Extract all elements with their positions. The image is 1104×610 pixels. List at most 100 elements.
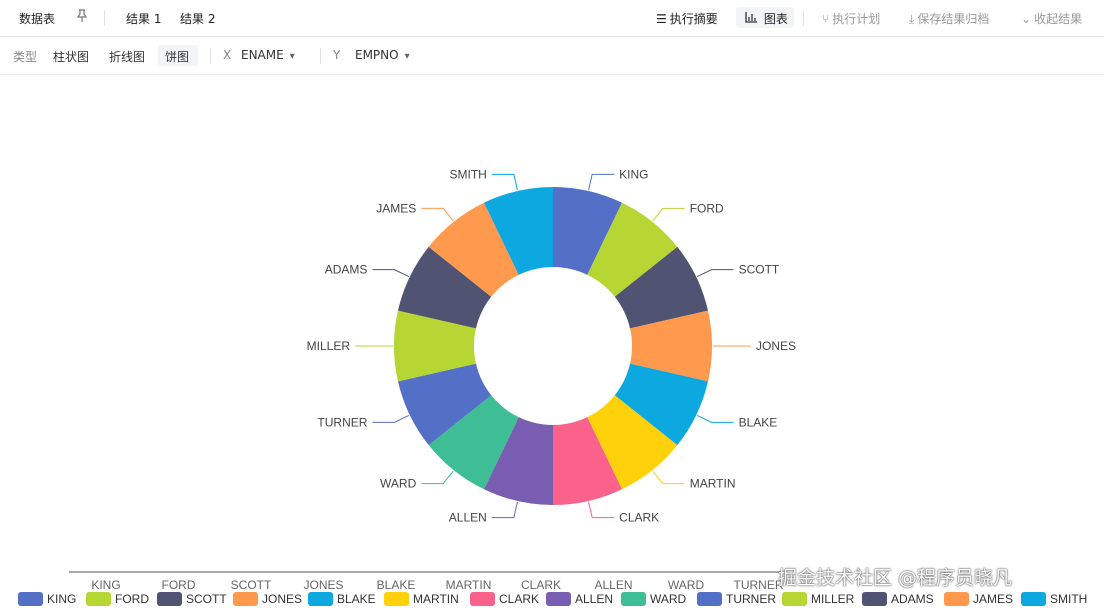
tab-data-table[interactable]: 数据表 <box>19 10 55 27</box>
legend-label-adams[interactable]: ADAMS <box>891 592 934 606</box>
legend-label-allen[interactable]: ALLEN <box>575 592 613 606</box>
legend-swatch-jones[interactable] <box>233 592 258 606</box>
label-line-james <box>421 207 454 222</box>
slice-label-scott: SCOTT <box>739 263 780 277</box>
y-field-value: EMPNO <box>355 48 399 62</box>
y-field-select[interactable]: EMPNO ▾ <box>355 48 410 62</box>
legend-swatch-ford[interactable] <box>86 592 111 606</box>
chevron-down-icon: ▾ <box>404 51 410 62</box>
legend-swatch-king[interactable] <box>18 592 43 606</box>
slice-label-clark: CLARK <box>619 511 659 525</box>
label-line-king <box>588 173 615 191</box>
label-line-scott <box>696 269 734 278</box>
legend-swatch-adams[interactable] <box>862 592 887 606</box>
chart-button[interactable]: 图表 <box>745 10 788 27</box>
legend-label-blake[interactable]: BLAKE <box>337 592 376 606</box>
legend-swatch-ward[interactable] <box>621 592 646 606</box>
slice-label-jones: JONES <box>756 339 796 353</box>
exec-summary-label: 执行摘要 <box>669 12 718 26</box>
x-tick-label: JONES <box>303 578 343 592</box>
exec-plan-button[interactable]: ⑂ 执行计划 <box>822 10 880 27</box>
branch-icon: ⑂ <box>822 12 830 26</box>
legend-swatch-martin[interactable] <box>384 592 409 606</box>
chart-label: 图表 <box>763 12 788 26</box>
label-line-clark <box>588 501 615 519</box>
chart-type-pie[interactable]: 饼图 <box>165 48 189 65</box>
slice-label-james: JAMES <box>376 201 416 215</box>
slice-label-allen: ALLEN <box>449 511 487 525</box>
slice-label-adams: ADAMS <box>325 263 368 277</box>
exec-plan-label: 执行计划 <box>832 12 881 26</box>
legend-swatch-clark[interactable] <box>470 592 495 606</box>
legend-swatch-scott[interactable] <box>157 592 182 606</box>
x-tick-label: MARTIN <box>446 578 492 592</box>
x-tick-label: CLARK <box>521 578 561 592</box>
x-field-value: ENAME <box>241 48 284 62</box>
legend-label-martin[interactable]: MARTIN <box>413 592 459 606</box>
x-tick-label: WARD <box>668 578 705 592</box>
x-tick-label: BLAKE <box>377 578 416 592</box>
legend-label-turner[interactable]: TURNER <box>726 592 776 606</box>
legend-swatch-turner[interactable] <box>697 592 722 606</box>
collapse-results-button[interactable]: ⌄ 收起结果 <box>1021 10 1082 27</box>
divider <box>803 10 804 26</box>
label-line-smith <box>491 173 518 191</box>
x-tick-label: KING <box>91 578 120 592</box>
label-line-blake <box>696 414 734 423</box>
divider <box>320 48 321 64</box>
x-tick-label: FORD <box>162 578 196 592</box>
slice-label-king: KING <box>619 167 648 181</box>
legend-swatch-blake[interactable] <box>308 592 333 606</box>
x-tick-label: SCOTT <box>231 578 272 592</box>
x-tick-label: TURNER <box>734 578 784 592</box>
legend-swatch-allen[interactable] <box>546 592 571 606</box>
legend-swatch-miller[interactable] <box>782 592 807 606</box>
legend-label-jones[interactable]: JONES <box>262 592 302 606</box>
label-line-martin <box>652 470 685 485</box>
legend-swatch-smith[interactable] <box>1021 592 1046 606</box>
exec-summary-button[interactable]: ☰ 执行摘要 <box>656 10 718 27</box>
legend-label-james[interactable]: JAMES <box>973 592 1013 606</box>
x-tick-label: ALLEN <box>594 578 632 592</box>
slice-label-turner: TURNER <box>317 415 367 429</box>
download-icon: ⤓ <box>909 12 915 26</box>
chart-type-label: 类型 <box>13 50 38 64</box>
tab-result-1[interactable]: 结果 1 <box>126 10 161 27</box>
divider <box>104 10 105 26</box>
legend-label-clark[interactable]: CLARK <box>499 592 539 606</box>
tab-result-2[interactable]: 结果 2 <box>180 10 215 27</box>
legend-label-smith[interactable]: SMITH <box>1050 592 1087 606</box>
label-line-adams <box>372 269 410 278</box>
pin-icon[interactable] <box>75 9 89 26</box>
bar-chart-icon <box>745 12 761 26</box>
chevron-down-icon: ⌄ <box>1021 12 1032 26</box>
label-line-allen <box>491 501 518 519</box>
chart-area: KING FORD SCOTT JONES BLAKE MARTIN CLARK ALLEN W… <box>0 75 1104 610</box>
slice-label-ford: FORD <box>690 201 724 215</box>
save-archive-button[interactable]: ⤓ 保存结果归档 <box>909 10 989 27</box>
watermark: 掘金技术社区 @程序员晓凡 <box>778 567 1013 589</box>
x-axis-label: X <box>223 48 232 62</box>
pie-chart: KINGFORDSCOTTJONESBLAKEMARTINCLARKALLENW… <box>18 167 1087 606</box>
legend-label-miller[interactable]: MILLER <box>811 592 855 606</box>
slice-label-martin: MARTIN <box>690 477 736 491</box>
chart-type-line[interactable]: 折线图 <box>109 48 145 65</box>
legend-label-ford[interactable]: FORD <box>115 592 149 606</box>
legend-swatch-james[interactable] <box>944 592 969 606</box>
legend-label-king[interactable]: KING <box>47 592 76 606</box>
save-archive-label: 保存结果归档 <box>917 12 990 26</box>
legend-label-ward[interactable]: WARD <box>650 592 687 606</box>
label-line-turner <box>372 414 410 423</box>
chart-type-bar[interactable]: 柱状图 <box>53 48 89 65</box>
legend-label-scott[interactable]: SCOTT <box>186 592 227 606</box>
divider <box>210 48 211 64</box>
chart-config-bar: 类型 柱状图 折线图 饼图 X ENAME ▾ Y EMPNO ▾ <box>0 37 1104 75</box>
y-axis-label: Y <box>333 48 341 62</box>
slice-label-ward: WARD <box>380 477 417 491</box>
results-toolbar: 数据表 结果 1 结果 2 ☰ 执行摘要 图表 ⑂ 执行计划 ⤓ 保存结果归档 ⌄ 收起… <box>0 0 1104 37</box>
label-line-ward <box>421 470 454 485</box>
slice-label-blake: BLAKE <box>739 415 778 429</box>
x-field-select[interactable]: ENAME ▾ <box>241 48 295 62</box>
label-line-ford <box>652 207 685 222</box>
chevron-down-icon: ▾ <box>289 51 295 62</box>
